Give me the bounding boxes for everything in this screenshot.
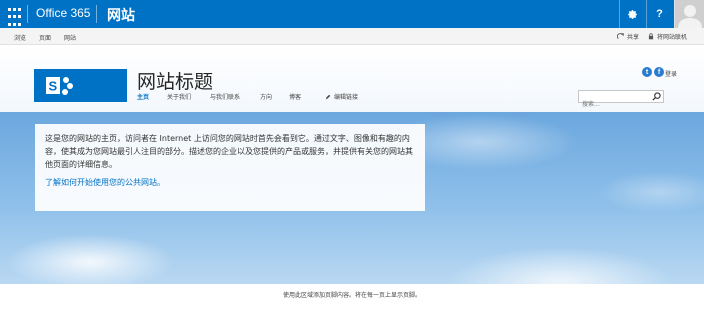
nav-item-directions[interactable]: 方向: [260, 92, 272, 101]
share-icon: [617, 33, 624, 39]
welcome-panel: 这是您的网站的主页，访问者在 Internet 上访问您的网站时首先会看到它。通…: [35, 124, 425, 211]
settings-button[interactable]: [619, 0, 645, 28]
search-icon[interactable]: [652, 92, 661, 101]
edit-links-label: 编辑链接: [334, 94, 359, 101]
nav-item-about[interactable]: 关于我们: [167, 92, 191, 101]
sharepoint-logo-icon: S: [46, 77, 73, 95]
site-online-label: 将网站联机: [657, 34, 688, 41]
site-logo[interactable]: S: [34, 69, 127, 102]
app-launcher-icon[interactable]: [0, 0, 26, 28]
edit-links-button[interactable]: 编辑链接: [325, 92, 358, 101]
getting-started-link[interactable]: 了解如何开始使用您的公共网站。: [45, 177, 415, 188]
tab-browse[interactable]: 浏览: [14, 33, 26, 42]
search-input[interactable]: [579, 99, 651, 110]
avatar[interactable]: [674, 0, 704, 28]
tab-site[interactable]: 网站: [64, 33, 76, 42]
app-name[interactable]: 网站: [107, 5, 135, 25]
site-online-button[interactable]: 将网站联机: [648, 32, 687, 41]
nav-item-blog[interactable]: 博客: [289, 92, 301, 101]
facebook-icon[interactable]: f: [654, 67, 664, 77]
page-footer: 使用此区域添加页脚内容。将在每一页上显示页脚。: [0, 284, 704, 310]
share-label: 共享: [627, 34, 640, 41]
search-box[interactable]: [578, 90, 664, 110]
page-title: 网站标题: [137, 71, 214, 93]
login-link[interactable]: 登录: [665, 69, 677, 78]
suite-bar: Office 365 网站 ?: [0, 0, 704, 28]
divider: [27, 5, 28, 23]
social-links: t f: [642, 67, 664, 77]
nav-item-contact[interactable]: 与我们联系: [210, 92, 240, 101]
twitter-icon[interactable]: t: [642, 67, 652, 77]
welcome-text: 这是您的网站的主页，访问者在 Internet 上访问您的网站时首先会看到它。通…: [45, 134, 413, 169]
user-icon: [678, 5, 702, 28]
help-icon: ?: [656, 8, 663, 20]
footer-text: 使用此区域添加页脚内容。将在每一页上显示页脚。: [282, 292, 421, 299]
divider: [96, 5, 97, 23]
hero-banner: 这是您的网站的主页，访问者在 Internet 上访问您的网站时首先会看到它。通…: [0, 112, 704, 284]
lock-icon: [648, 33, 654, 40]
nav-item-home[interactable]: 主页: [137, 92, 149, 101]
help-button[interactable]: ?: [646, 0, 672, 28]
site-header: S 网站标题 主页 关于我们 与我们联系 方向 博客 编辑链接 t f 登录: [0, 45, 704, 112]
share-button[interactable]: 共享: [617, 32, 639, 41]
gear-icon: [628, 9, 637, 19]
ribbon-bar: 浏览 页面 网站 共享 将网站联机: [0, 28, 704, 45]
tab-page[interactable]: 页面: [39, 33, 51, 42]
pencil-icon: [325, 94, 331, 99]
svg-text:S: S: [49, 79, 58, 94]
office-365-brand[interactable]: Office 365: [36, 6, 90, 20]
